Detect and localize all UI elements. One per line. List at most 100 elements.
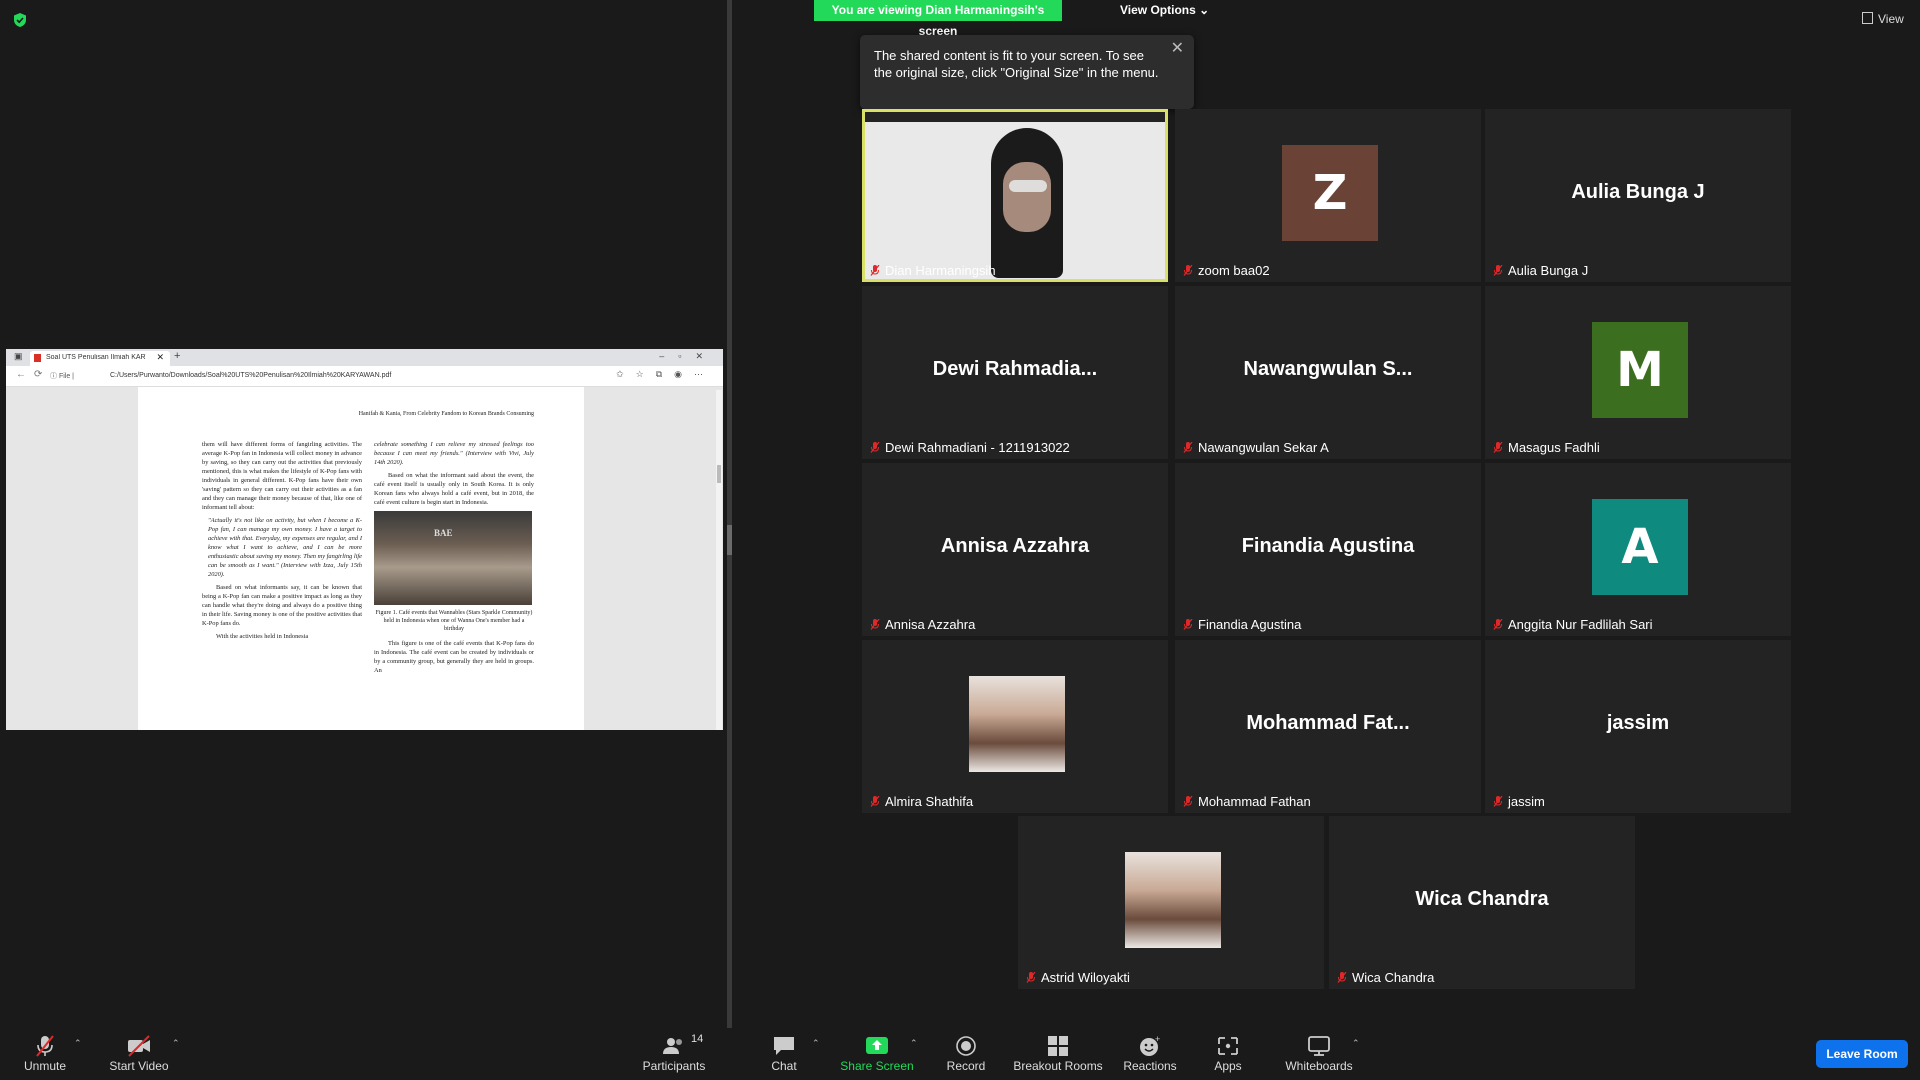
view-options-button[interactable]: View Options ⌄ — [1120, 3, 1209, 17]
chat-options-caret[interactable]: ⌃ — [812, 1038, 820, 1049]
participant-tile[interactable]: Aulia Bunga J Aulia Bunga J — [1485, 109, 1791, 282]
whiteboards-button[interactable]: Whiteboards — [1280, 1028, 1358, 1080]
url-text[interactable]: C:/Users/Purwanto/Downloads/Soal%20UTS%2… — [110, 372, 391, 379]
divider-handle[interactable] — [727, 525, 732, 555]
breakout-rooms-button[interactable]: Breakout Rooms — [1012, 1028, 1104, 1080]
participant-name: Mohammad Fathan — [1198, 794, 1311, 809]
participant-tile[interactable]: Almira Shathifa — [862, 640, 1168, 813]
mic-muted-icon — [870, 440, 885, 455]
participant-name: Almira Shathifa — [885, 794, 974, 809]
participant-name: Anggita Nur Fadlilah Sari — [1508, 617, 1653, 632]
quote: celebrate something I can relieve my str… — [374, 441, 534, 466]
nav-buttons[interactable]: ←⟳ — [16, 369, 50, 380]
participant-name: Dewi Rahmadiani - 1211913022 — [885, 440, 1070, 455]
participant-name-label: jassim — [1493, 794, 1545, 809]
participant-name: Annisa Azzahra — [885, 617, 976, 632]
apps-button[interactable]: Apps — [1208, 1028, 1248, 1080]
record-button[interactable]: Record — [940, 1028, 992, 1080]
encryption-shield-icon[interactable] — [12, 12, 28, 28]
participant-name: Wica Chandra — [1352, 970, 1435, 985]
participant-tile[interactable]: Mohammad Fat... Mohammad Fathan — [1175, 640, 1481, 813]
participant-tile[interactable]: Finandia Agustina Finandia Agustina — [1175, 463, 1481, 636]
participant-display-name: Nawangwulan S... — [1243, 358, 1413, 380]
mic-muted-icon — [1183, 263, 1198, 278]
video-feed — [865, 122, 1165, 279]
mic-muted-icon — [1183, 440, 1198, 455]
paragraph: Based on what the informant said about t… — [374, 472, 534, 506]
window-controls[interactable]: –▫✕ — [659, 351, 717, 362]
participant-name: jassim — [1508, 794, 1545, 809]
participants-button[interactable]: 14 Participants — [636, 1028, 712, 1080]
avatar: Z — [1282, 145, 1378, 241]
participant-tile[interactable]: Astrid Wiloyakti — [1018, 816, 1324, 989]
new-tab-icon[interactable]: + — [174, 350, 180, 362]
close-icon[interactable]: ✕ — [1171, 38, 1184, 58]
participant-name-label: zoom baa02 — [1183, 263, 1270, 278]
browser-tools-icons[interactable]: ✩☆⧉◉⋯ — [616, 369, 715, 380]
mic-muted-icon — [1026, 970, 1041, 985]
mic-muted-icon — [1493, 794, 1508, 809]
participant-name: Dian Harmaningsih — [885, 263, 996, 278]
participant-tile[interactable]: Zzoom baa02 — [1175, 109, 1481, 282]
participant-tile[interactable]: M Masagus Fadhli — [1485, 286, 1791, 459]
quote: "Actually it's not like on activity, but… — [208, 517, 362, 578]
split-divider[interactable] — [727, 0, 732, 1028]
record-label: Record — [946, 1059, 986, 1073]
participant-tile[interactable]: Dian Harmaningsih — [862, 109, 1168, 282]
close-tab-icon[interactable]: ✕ — [156, 352, 164, 363]
paragraph: This figure is one of the café events th… — [374, 640, 534, 674]
start-video-button[interactable]: Start Video — [104, 1028, 174, 1080]
unmute-label: Unmute — [23, 1059, 67, 1073]
figure-sign: BAE — [434, 528, 453, 538]
audio-options-caret[interactable]: ⌃ — [74, 1038, 82, 1049]
reactions-button[interactable]: + Reactions — [1120, 1028, 1180, 1080]
participant-tile[interactable]: Dewi Rahmadia... Dewi Rahmadiani - 121191… — [862, 286, 1168, 459]
participant-name-label: Wica Chandra — [1337, 970, 1434, 985]
shared-screen[interactable]: ▣ Soal UTS Penulisan Ilmiah KARY ✕ + –▫✕… — [6, 349, 723, 730]
share-screen-button[interactable]: Share Screen — [836, 1028, 918, 1080]
video-options-caret[interactable]: ⌃ — [172, 1038, 180, 1049]
profile-photo — [1125, 852, 1221, 948]
participant-display-name: Finandia Agustina — [1241, 535, 1415, 557]
browser-tab[interactable]: Soal UTS Penulisan Ilmiah KARY ✕ — [30, 351, 170, 366]
participant-tile[interactable]: jassim jassim — [1485, 640, 1791, 813]
participant-name: Nawangwulan Sekar A — [1198, 440, 1329, 455]
participants-icon — [663, 1038, 682, 1054]
tab-actions-icon[interactable]: ▣ — [14, 351, 23, 362]
pdf-page: Hanifah & Kania, From Celebrity Fandom t… — [138, 387, 584, 730]
participant-name-label: Finandia Agustina — [1183, 617, 1301, 632]
mic-muted-icon — [870, 617, 885, 632]
start-video-label: Start Video — [109, 1059, 169, 1073]
leave-room-button[interactable]: Leave Room — [1816, 1040, 1908, 1068]
participants-label: Participants — [642, 1059, 706, 1073]
address-bar[interactable]: ←⟳ ⓘ File | C:/Users/Purwanto/Downloads/… — [6, 366, 723, 387]
participants-count: 14 — [691, 1033, 704, 1045]
reactions-icon: + — [1140, 1035, 1160, 1056]
pdf-viewer[interactable]: Hanifah & Kania, From Celebrity Fandom t… — [6, 387, 723, 730]
participant-tile[interactable]: A Anggita Nur Fadlilah Sari — [1485, 463, 1791, 636]
pdf-icon — [34, 354, 41, 362]
left-column: them will have different forms of fangir… — [202, 440, 362, 645]
figure-caption: Figure 1. Café events that Wannables (St… — [375, 610, 533, 632]
whiteboards-label: Whiteboards — [1285, 1059, 1353, 1073]
participant-display-name: Aulia Bunga J — [1571, 181, 1705, 203]
view-button[interactable]: View — [1862, 12, 1904, 26]
info-icon: ⓘ — [50, 373, 57, 380]
participant-tile[interactable]: Nawangwulan S... Nawangwulan Sekar A — [1175, 286, 1481, 459]
chat-button[interactable]: Chat — [760, 1028, 808, 1080]
mic-muted-icon — [1493, 263, 1508, 278]
scrollbar-thumb[interactable] — [717, 465, 721, 483]
browser-tabbar: ▣ Soal UTS Penulisan Ilmiah KARY ✕ + –▫✕ — [6, 349, 723, 366]
figure-image: BAE — [374, 511, 532, 605]
breakout-rooms-icon — [1048, 1036, 1068, 1056]
mic-muted-icon — [1183, 617, 1198, 632]
scrollbar[interactable] — [716, 390, 722, 730]
participant-tile[interactable]: Wica Chandra Wica Chandra — [1329, 816, 1635, 989]
whiteboard-options-caret[interactable]: ⌃ — [1352, 1038, 1360, 1049]
participant-name-label: Nawangwulan Sekar A — [1183, 440, 1329, 455]
participant-tile[interactable]: Annisa Azzahra Annisa Azzahra — [862, 463, 1168, 636]
unmute-button[interactable]: Unmute — [14, 1028, 76, 1080]
viewing-screen-banner: You are viewing Dian Harmaningsih's scre… — [814, 0, 1062, 38]
participant-name-label: Anggita Nur Fadlilah Sari — [1493, 617, 1653, 632]
share-options-caret[interactable]: ⌃ — [910, 1038, 918, 1049]
